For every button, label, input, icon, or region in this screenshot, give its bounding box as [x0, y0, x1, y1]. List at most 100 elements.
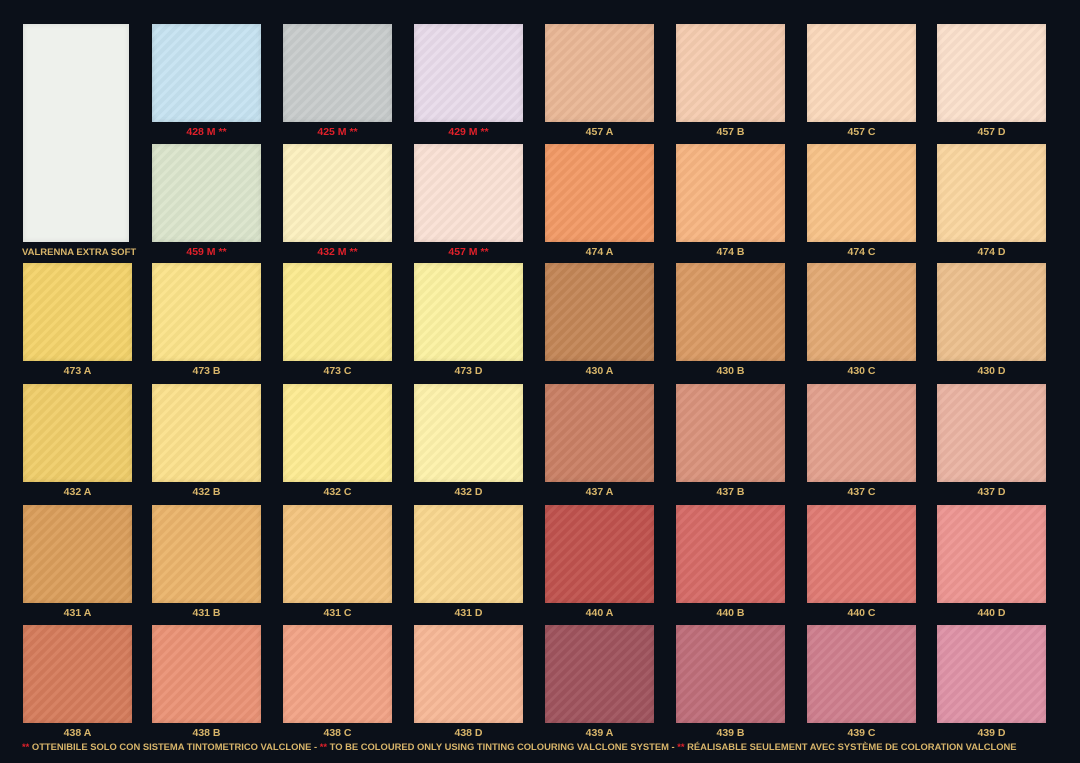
footer-stars-3: ** — [677, 741, 685, 752]
color-code-label: 439 D — [977, 727, 1006, 739]
color-swatch[interactable] — [676, 505, 785, 603]
color-code-label: 439 A — [585, 727, 614, 739]
color-code-label: 437 D — [977, 486, 1006, 498]
color-swatch[interactable] — [545, 24, 654, 122]
color-swatch[interactable] — [937, 144, 1046, 242]
color-code-label: 473 D — [454, 365, 483, 377]
color-code-label: 432 A — [63, 486, 92, 498]
color-swatch[interactable] — [545, 505, 654, 603]
color-code-label: 432 M ** — [317, 246, 358, 258]
base-swatch-label: VALRENNA EXTRA SOFT — [22, 247, 137, 258]
color-swatch[interactable] — [152, 384, 261, 482]
color-code-label: 430 A — [585, 365, 614, 377]
color-code-label: 457 A — [585, 126, 614, 138]
color-code-label: 439 B — [716, 727, 745, 739]
color-code-label: 474 A — [585, 246, 614, 258]
color-code-label: 457 B — [716, 126, 745, 138]
color-swatch[interactable] — [152, 144, 261, 242]
color-swatch[interactable] — [152, 505, 261, 603]
color-code-label: 459 M ** — [186, 246, 227, 258]
color-swatch[interactable] — [807, 505, 916, 603]
color-code-label: 430 B — [716, 365, 745, 377]
color-code-label: 429 M ** — [448, 126, 489, 138]
color-code-label: 474 D — [977, 246, 1006, 258]
color-code-label: 473 B — [192, 365, 221, 377]
footer-text-fr: RÉALISABLE SEULEMENT AVEC SYSTÈME DE COL… — [684, 741, 1017, 752]
color-code-label: 431 B — [192, 607, 221, 619]
color-swatch[interactable] — [414, 263, 523, 361]
color-swatch[interactable] — [283, 505, 392, 603]
color-swatch[interactable] — [283, 384, 392, 482]
color-code-label: 438 B — [192, 727, 221, 739]
color-swatch[interactable] — [23, 625, 132, 723]
color-swatch[interactable] — [23, 505, 132, 603]
color-swatch[interactable] — [23, 263, 132, 361]
footer-stars-2: ** — [319, 741, 328, 752]
color-swatch[interactable] — [414, 24, 523, 122]
color-swatch[interactable] — [283, 144, 392, 242]
color-swatch[interactable] — [807, 24, 916, 122]
color-swatch[interactable] — [676, 384, 785, 482]
color-swatch[interactable] — [283, 625, 392, 723]
base-swatch[interactable] — [23, 24, 129, 242]
color-swatch[interactable] — [807, 263, 916, 361]
color-swatch[interactable] — [807, 625, 916, 723]
footer-text-it: OTTENIBILE SOLO CON SISTEMA TINTOMETRICO… — [29, 741, 320, 752]
color-code-label: 457 D — [977, 126, 1006, 138]
color-code-label: 430 C — [847, 365, 876, 377]
color-code-label: 473 A — [63, 365, 92, 377]
color-code-label: 431 C — [323, 607, 352, 619]
color-code-label: 474 B — [716, 246, 745, 258]
color-code-label: 430 D — [977, 365, 1006, 377]
color-code-label: 437 B — [716, 486, 745, 498]
color-swatch[interactable] — [937, 625, 1046, 723]
color-swatch[interactable] — [23, 384, 132, 482]
color-code-label: 439 C — [847, 727, 876, 739]
color-swatch[interactable] — [545, 384, 654, 482]
color-swatch[interactable] — [283, 24, 392, 122]
color-code-label: 431 D — [454, 607, 483, 619]
color-swatch[interactable] — [152, 625, 261, 723]
color-code-label: 440 D — [977, 607, 1006, 619]
color-swatch[interactable] — [414, 505, 523, 603]
color-code-label: 432 C — [323, 486, 352, 498]
color-swatch[interactable] — [937, 384, 1046, 482]
color-swatch[interactable] — [676, 24, 785, 122]
color-code-label: 438 D — [454, 727, 483, 739]
color-code-label: 457 C — [847, 126, 876, 138]
color-code-label: 440 A — [585, 607, 614, 619]
color-code-label: 437 C — [847, 486, 876, 498]
color-swatch[interactable] — [414, 144, 523, 242]
footer-note: ** OTTENIBILE SOLO CON SISTEMA TINTOMETR… — [22, 741, 1080, 752]
color-swatch[interactable] — [676, 263, 785, 361]
color-swatch[interactable] — [807, 144, 916, 242]
color-swatch[interactable] — [807, 384, 916, 482]
color-code-label: 440 C — [847, 607, 876, 619]
color-swatch[interactable] — [283, 263, 392, 361]
color-code-label: 432 D — [454, 486, 483, 498]
color-code-label: 457 M ** — [448, 246, 489, 258]
color-code-label: 440 B — [716, 607, 745, 619]
color-swatch[interactable] — [152, 263, 261, 361]
color-code-label: 438 C — [323, 727, 352, 739]
color-code-label: 425 M ** — [317, 126, 358, 138]
color-swatch[interactable] — [545, 625, 654, 723]
color-swatch[interactable] — [676, 625, 785, 723]
footer-text-en: TO BE COLOURED ONLY USING TINTING COLOUR… — [327, 741, 678, 752]
color-swatch[interactable] — [937, 263, 1046, 361]
color-code-label: 473 C — [323, 365, 352, 377]
color-code-label: 437 A — [585, 486, 614, 498]
color-swatch[interactable] — [152, 24, 261, 122]
color-swatch[interactable] — [545, 144, 654, 242]
color-swatch[interactable] — [414, 384, 523, 482]
color-swatch[interactable] — [676, 144, 785, 242]
color-code-label: 474 C — [847, 246, 876, 258]
color-code-label: 438 A — [63, 727, 92, 739]
color-swatch[interactable] — [545, 263, 654, 361]
color-swatch[interactable] — [414, 625, 523, 723]
color-code-label: 432 B — [192, 486, 221, 498]
color-code-label: 428 M ** — [186, 126, 227, 138]
color-swatch[interactable] — [937, 505, 1046, 603]
color-swatch[interactable] — [937, 24, 1046, 122]
color-code-label: 431 A — [63, 607, 92, 619]
